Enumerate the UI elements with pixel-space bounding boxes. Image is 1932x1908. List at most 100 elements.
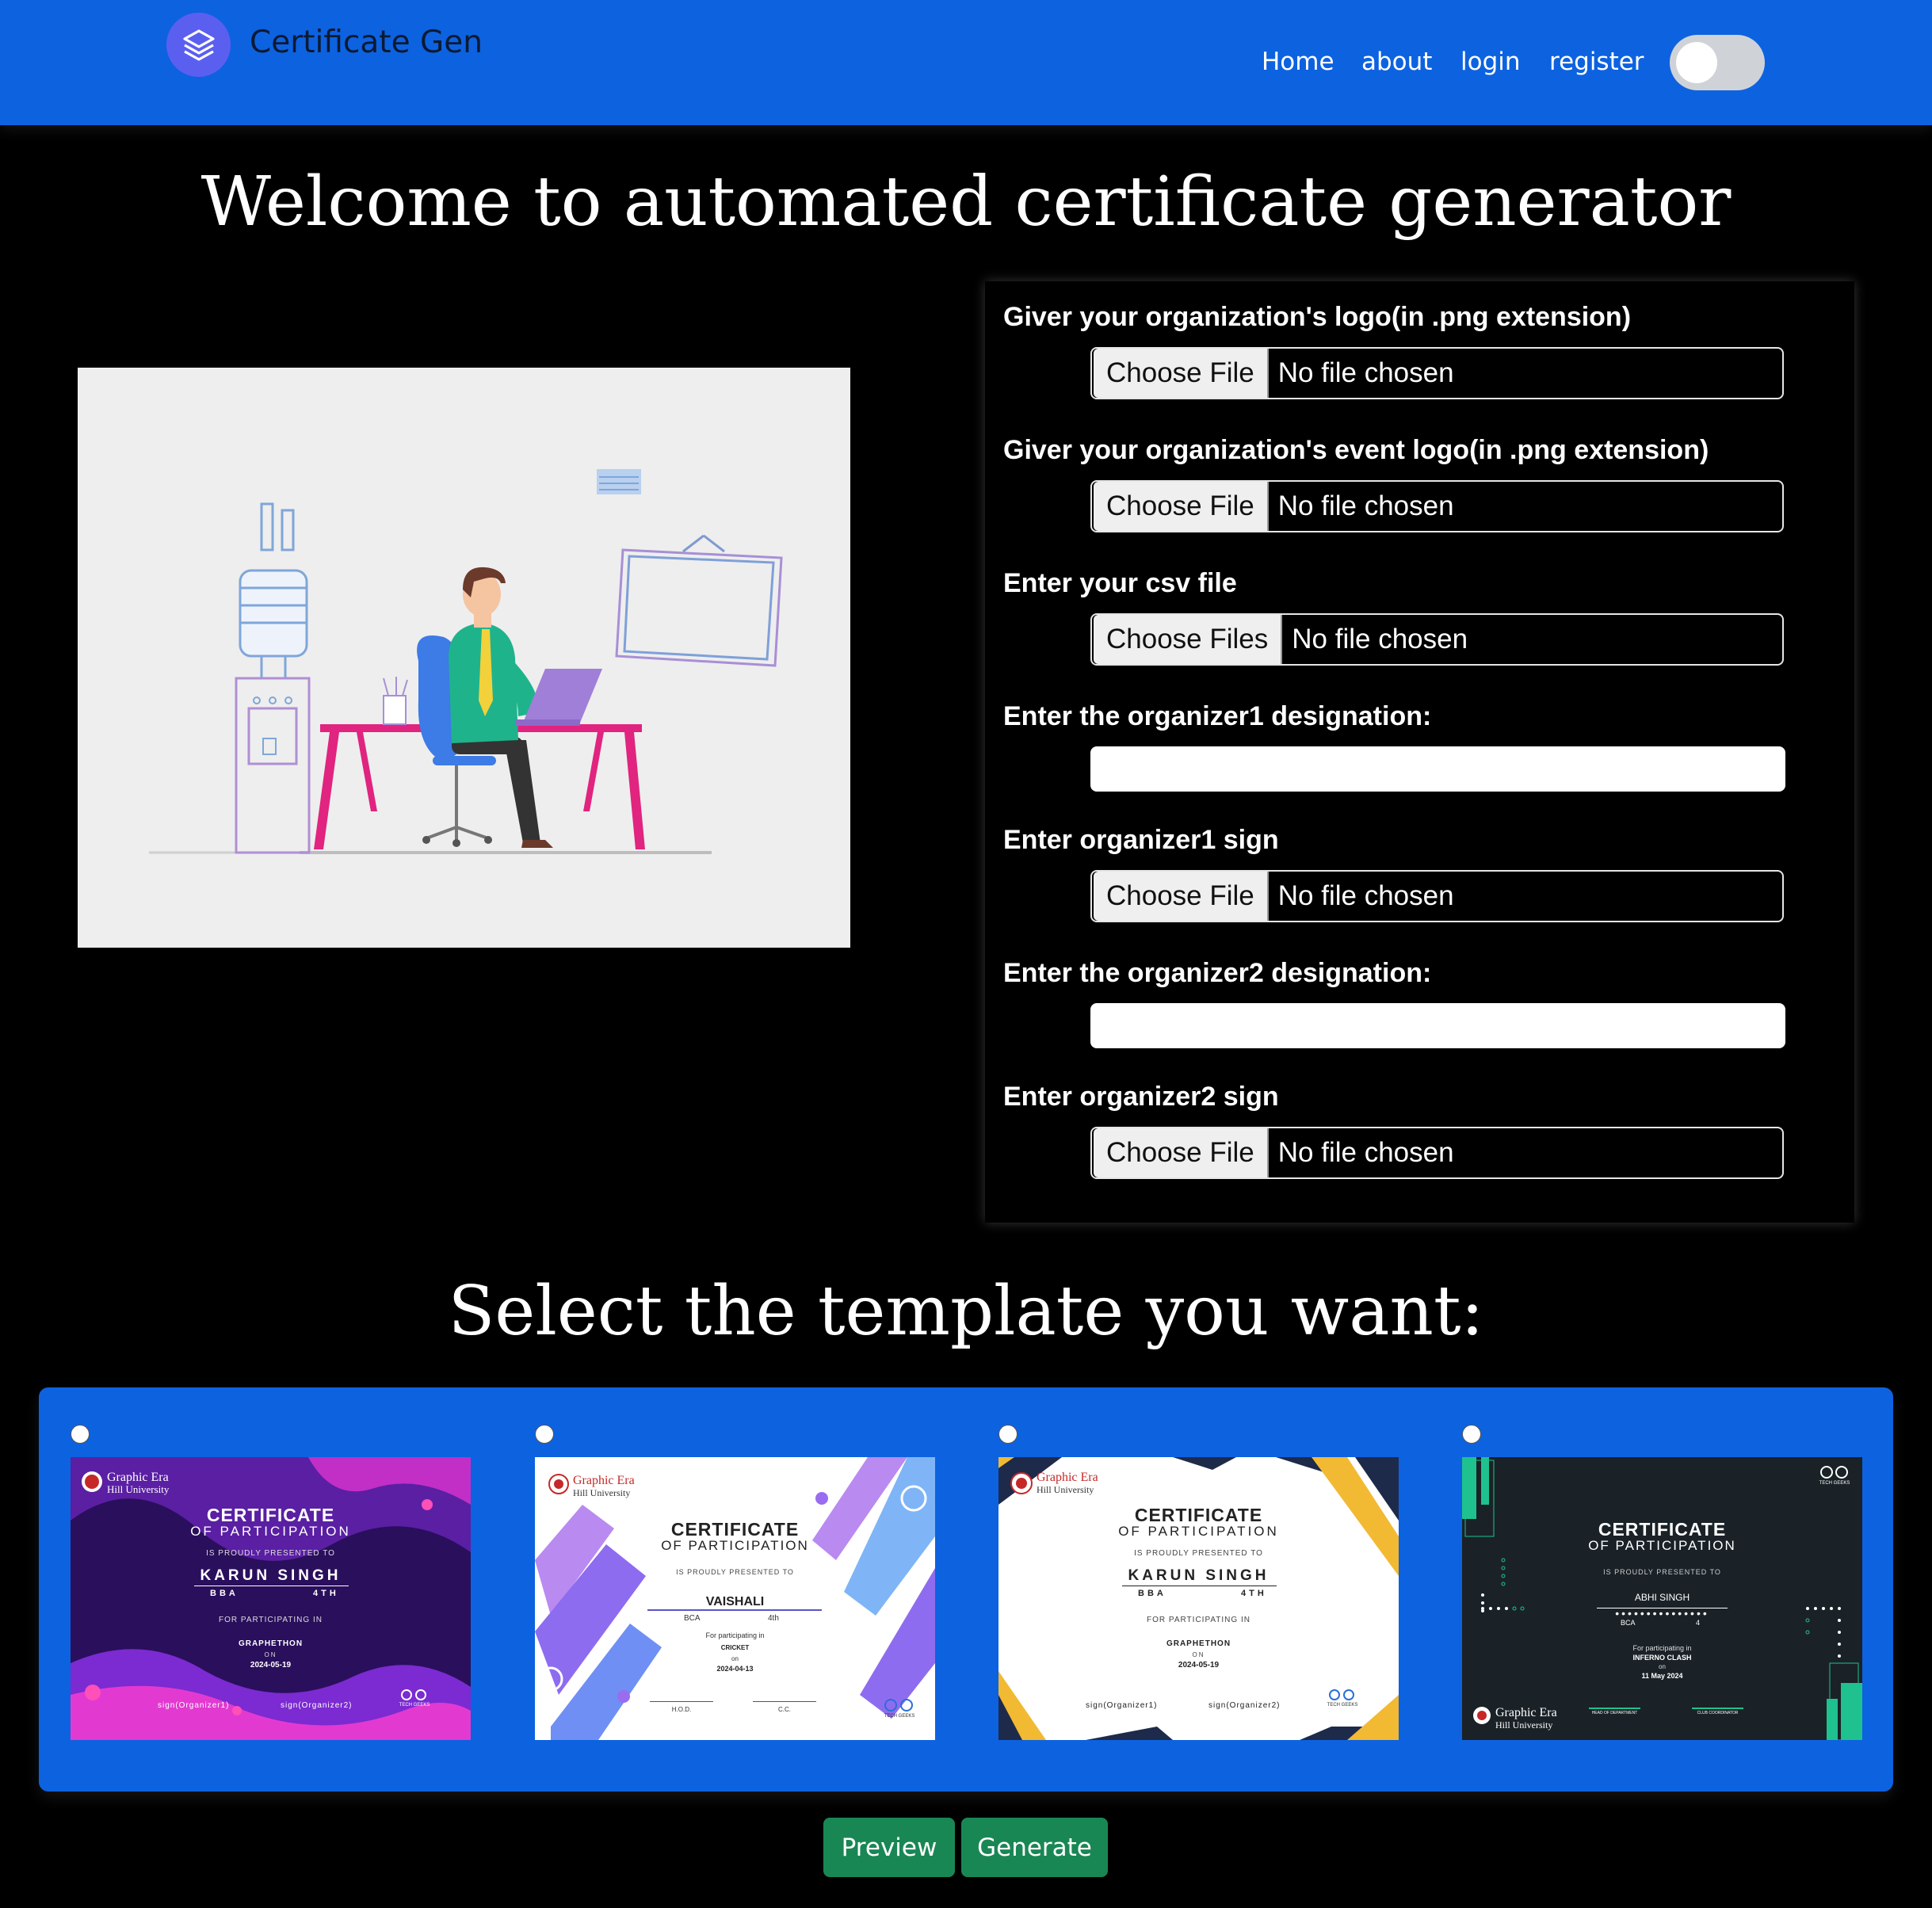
nav-about-link[interactable]: about — [1361, 44, 1432, 79]
theme-toggle[interactable] — [1670, 35, 1765, 90]
event-date: 2024-04-13 — [716, 1665, 754, 1673]
cert-subheading: OF PARTICIPATION — [661, 1538, 809, 1553]
event-logo-label: Giver your organization's event logo(in … — [1003, 435, 1709, 465]
brand-name[interactable]: Certificate Gen — [250, 21, 483, 65]
recipient-course: BCA — [1621, 1619, 1636, 1627]
on-text: on — [1659, 1663, 1666, 1670]
cert-subheading: OF PARTICIPATION — [190, 1524, 351, 1539]
dotted-separator: ••••••••••••••• — [1615, 1609, 1709, 1620]
template-2-radio[interactable] — [535, 1425, 554, 1444]
sign-organizer1: sign(Organizer1) — [1086, 1701, 1158, 1710]
sign-head-of-department: HEAD OF DEPARTMENT — [1591, 1711, 1638, 1715]
presented-text: IS PROUDLY PRESENTED TO — [206, 1549, 335, 1558]
event-name: GRAPHETHON — [1166, 1639, 1231, 1648]
event-date: 2024-05-19 — [250, 1661, 292, 1670]
sign-cc: C.C. — [778, 1706, 791, 1713]
university-seal-icon — [1473, 1707, 1491, 1724]
org1-sign-file-input[interactable]: Choose File No file chosen — [1090, 870, 1784, 922]
dots-row-icon — [1481, 1606, 1525, 1611]
for-participating-text: For participating in — [705, 1631, 765, 1639]
generate-button[interactable]: Generate — [961, 1818, 1108, 1877]
preview-button[interactable]: Preview — [823, 1818, 955, 1877]
cert-heading: CERTIFICATE — [206, 1505, 335, 1525]
org2-sign-file-input[interactable]: Choose File No file chosen — [1090, 1127, 1784, 1179]
office-illustration — [78, 368, 850, 948]
template-4-thumbnail[interactable]: TECH GEEKS CERTIFICATE OF PARTICIPATION … — [1462, 1457, 1862, 1740]
recipient-name: ABHI SINGH — [1634, 1592, 1690, 1603]
templates-heading: Select the template you want: — [448, 1272, 1484, 1351]
choose-files-button[interactable]: Choose Files — [1094, 615, 1283, 664]
org2-sign-label: Enter organizer2 sign — [1003, 1082, 1279, 1112]
recipient-year: 4th — [768, 1614, 779, 1623]
csv-label: Enter your csv file — [1003, 568, 1237, 598]
choose-file-button[interactable]: Choose File — [1094, 872, 1269, 921]
university-seal-icon — [82, 1471, 102, 1492]
cert-heading: CERTIFICATE — [1598, 1519, 1727, 1540]
cert-subheading: OF PARTICIPATION — [1118, 1524, 1279, 1539]
file-status: No file chosen — [1292, 624, 1468, 654]
for-participating-text: FOR PARTICIPATING IN — [219, 1616, 323, 1624]
sign-club-coordinator: CLUB COORDINATOR — [1697, 1711, 1739, 1715]
template-3-thumbnail[interactable]: Graphic Era Hill University CERTIFICATE O… — [998, 1457, 1399, 1740]
signature-line — [650, 1701, 713, 1702]
templates-container: Graphic Era Hill University CERTIFICATE O… — [39, 1387, 1893, 1792]
navbar: Certificate Gen Home about login registe… — [0, 0, 1932, 125]
choose-file-button[interactable]: Choose File — [1094, 1128, 1269, 1177]
csv-file-input[interactable]: Choose Files No file chosen — [1090, 613, 1784, 666]
recipient-year: 4 — [1696, 1619, 1701, 1627]
event-name: GRAPHETHON — [238, 1639, 304, 1648]
nav-register-link[interactable]: register — [1549, 44, 1644, 79]
org1-designation-input[interactable] — [1090, 746, 1785, 792]
toggle-knob — [1676, 42, 1717, 83]
tech-geeks-logo-icon — [1820, 1466, 1848, 1479]
on-text: ON — [1192, 1651, 1205, 1658]
file-status: No file chosen — [1277, 357, 1454, 388]
university-seal-icon — [1010, 1472, 1033, 1494]
tech-geeks-logo-icon — [401, 1689, 426, 1700]
event-name: INFERNO CLASH — [1632, 1654, 1692, 1662]
event-date: 2024-05-19 — [1178, 1661, 1220, 1670]
choose-file-button[interactable]: Choose File — [1094, 349, 1269, 398]
sign-organizer1: sign(Organizer1) — [158, 1701, 230, 1710]
choose-file-button[interactable]: Choose File — [1094, 482, 1269, 531]
nav-login-link[interactable]: login — [1460, 44, 1521, 79]
template-1-radio[interactable] — [71, 1425, 90, 1444]
recipient-course: BBA — [210, 1589, 239, 1598]
event-date: 11 May 2024 — [1641, 1672, 1683, 1680]
org-logo-file-input[interactable]: Choose File No file chosen — [1090, 347, 1784, 399]
org2-designation-input[interactable] — [1090, 1003, 1785, 1048]
recipient-year: 4TH — [313, 1589, 339, 1598]
for-participating-text: For participating in — [1632, 1644, 1692, 1652]
tech-geeks-logo-icon — [1329, 1689, 1354, 1700]
signature-line — [753, 1701, 816, 1702]
cert-heading: CERTIFICATE — [670, 1519, 800, 1540]
university-logo-text: Graphic Era Hill University — [1495, 1706, 1557, 1731]
event-logo-file-input[interactable]: Choose File No file chosen — [1090, 480, 1784, 532]
university-seal-icon — [548, 1474, 569, 1494]
cert-subheading: OF PARTICIPATION — [1588, 1538, 1736, 1553]
template-3-radio[interactable] — [998, 1425, 1018, 1444]
university-logo-text: Graphic Era Hill University — [1037, 1471, 1098, 1496]
signature-line — [1692, 1708, 1743, 1709]
template-1-thumbnail[interactable]: Graphic Era Hill University CERTIFICATE O… — [71, 1457, 471, 1740]
recipient-course: BBA — [1138, 1589, 1166, 1598]
for-participating-text: FOR PARTICIPATING IN — [1147, 1616, 1250, 1624]
sign-organizer2: sign(Organizer2) — [1208, 1701, 1281, 1710]
page-title: Welcome to automated certificate generat… — [200, 162, 1732, 242]
on-text: ON — [264, 1651, 277, 1658]
presented-text: IS PROUDLY PRESENTED TO — [676, 1568, 794, 1576]
recipient-name: KARUN SINGH — [1128, 1567, 1270, 1584]
tech-geeks-text: TECH GEEKS — [884, 1714, 915, 1719]
file-status: No file chosen — [1277, 880, 1454, 911]
template-4-radio[interactable] — [1462, 1425, 1481, 1444]
stack-layers-icon[interactable] — [166, 13, 231, 77]
recipient-name: KARUN SINGH — [200, 1567, 342, 1584]
sign-organizer2: sign(Organizer2) — [281, 1701, 353, 1710]
org1-designation-label: Enter the organizer1 designation: — [1003, 701, 1432, 731]
presented-text: IS PROUDLY PRESENTED TO — [1603, 1568, 1721, 1576]
file-status: No file chosen — [1277, 490, 1454, 521]
upload-form-panel: Giver your organization's logo(in .png e… — [985, 281, 1854, 1223]
org1-sign-label: Enter organizer1 sign — [1003, 825, 1279, 855]
template-2-thumbnail[interactable]: Graphic Era Hill University CERTIFICATE O… — [535, 1457, 935, 1740]
nav-home-link[interactable]: Home — [1262, 44, 1334, 79]
